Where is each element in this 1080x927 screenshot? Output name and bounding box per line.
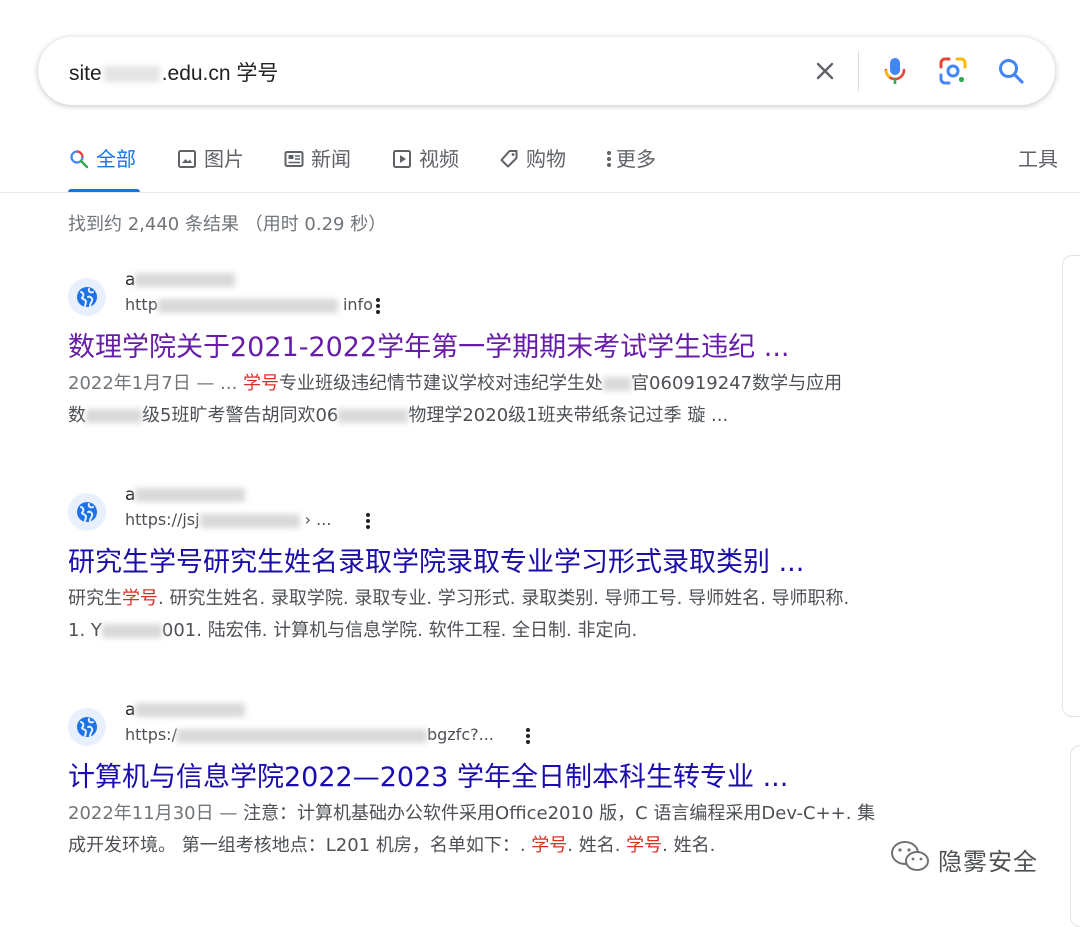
- snippet-text: 物理学2020级1班夹带纸条记过季 璇 ...: [408, 405, 729, 426]
- microphone-icon[interactable]: [878, 54, 912, 88]
- url-head: http: [125, 295, 158, 314]
- site-name-text: a: [125, 485, 136, 505]
- snippet-text: . 姓名.: [567, 835, 627, 856]
- site-name: a: [125, 700, 246, 720]
- redacted-text: [103, 66, 160, 83]
- site-name: a: [125, 270, 236, 290]
- snippet-text: 成开发环境。 第一组考核地点：L201 机房，名单如下：.: [68, 835, 532, 856]
- result-source[interactable]: a https://jsj › ...: [68, 485, 968, 539]
- tag-icon: [498, 148, 520, 170]
- highlight-term: 学号: [243, 373, 280, 394]
- redacted-text: [86, 409, 142, 423]
- redacted-text: [176, 728, 427, 743]
- result-snippet: 2022年1月7日 — ... 学号专业班级违纪情节建议学校对违纪学生处 官060…: [68, 368, 968, 432]
- tab-label: 更多: [616, 147, 656, 171]
- watermark-text: 隐雾安全: [938, 847, 1038, 876]
- site-name-text: a: [125, 700, 136, 720]
- search-result: a http info 数理学院关于2021-2022学年第一学期期末考试学生违…: [68, 270, 968, 432]
- result-title-link[interactable]: 计算机与信息学院2022—2023 学年全日制本科生转专业 ...: [68, 760, 968, 796]
- snippet-text: . 研究生姓名. 录取学院. 录取专业. 学习形式. 录取类别. 导师工号. 导…: [158, 588, 850, 609]
- more-options-icon[interactable]: [518, 724, 538, 748]
- highlight-term: 学号: [626, 835, 663, 856]
- redacted-text: [135, 488, 246, 502]
- image-icon: [176, 148, 198, 170]
- snippet-text: 级5班旷考警告胡同欢06: [142, 405, 339, 426]
- redacted-text: [101, 624, 162, 638]
- snippet-text: 001. 陆宏伟. 计算机与信息学院. 软件工程. 全日制. 非定向.: [161, 620, 638, 641]
- snippet-text: 研究生: [68, 588, 122, 609]
- tab-label: 视频: [419, 147, 459, 171]
- tools-button[interactable]: 工具: [1018, 144, 1058, 174]
- more-options-icon[interactable]: [358, 509, 378, 533]
- search-icon[interactable]: [994, 54, 1028, 88]
- wechat-icon: [890, 840, 930, 878]
- tabs-divider: [0, 192, 1080, 193]
- tab-label: 图片: [204, 147, 244, 171]
- result-source[interactable]: a http info: [68, 270, 968, 324]
- site-url: https:/ bgzfc?...: [125, 725, 494, 744]
- redacted-text: [603, 377, 632, 391]
- clear-icon[interactable]: [808, 54, 842, 88]
- search-result: a https:/ bgzfc?... 计算机与信息学院2022—2023 学年全…: [68, 700, 968, 862]
- globe-icon: [68, 278, 106, 316]
- result-stats: 找到约 2,440 条结果 （用时 0.29 秒）: [68, 214, 387, 235]
- more-options-icon[interactable]: [368, 294, 388, 318]
- more-vert-icon: [604, 148, 614, 170]
- redacted-text: [135, 273, 236, 287]
- result-snippet: 研究生学号. 研究生姓名. 录取学院. 录取专业. 学习形式. 录取类别. 导师…: [68, 583, 968, 647]
- search-input[interactable]: site .edu.cn 学号: [69, 57, 278, 87]
- redacted-text: [157, 298, 338, 313]
- snippet-text: 专业班级违纪情节建议学校对违纪学生处: [279, 373, 604, 394]
- search-icon: [68, 148, 90, 170]
- site-url: https://jsj › ...: [125, 510, 331, 529]
- result-source[interactable]: a https:/ bgzfc?...: [68, 700, 968, 754]
- highlight-term: 学号: [531, 835, 568, 856]
- search-tabs: 全部 图片 新闻 视频 购物 更多 工具: [68, 144, 1058, 192]
- tab-label: 全部: [96, 147, 136, 171]
- snippet-text: 1. Y: [68, 620, 102, 641]
- url-head: https:/: [125, 725, 177, 744]
- side-panel: [1062, 255, 1080, 717]
- url-head: https://jsj: [125, 510, 200, 529]
- url-tail: bgzfc?...: [426, 725, 494, 744]
- site-name-text: a: [125, 270, 136, 290]
- tab-news[interactable]: 新闻: [283, 144, 351, 192]
- highlight-term: 学号: [122, 588, 158, 609]
- globe-icon: [68, 493, 106, 531]
- search-box[interactable]: site .edu.cn 学号: [38, 37, 1055, 105]
- redacted-text: [199, 513, 300, 528]
- result-date: 2022年11月30日 —: [68, 803, 244, 824]
- site-url: http info: [125, 295, 373, 314]
- search-divider: [858, 51, 859, 91]
- google-lens-icon[interactable]: [936, 54, 970, 88]
- query-prefix: site: [69, 62, 102, 85]
- globe-icon: [68, 708, 106, 746]
- tab-label: 购物: [526, 147, 566, 171]
- news-icon: [283, 148, 305, 170]
- tab-videos[interactable]: 视频: [391, 144, 459, 192]
- url-tail: › ...: [304, 510, 332, 529]
- tab-label: 新闻: [311, 147, 351, 171]
- snippet-text: 注意：计算机基础办公软件采用Office2010 版，C 语言编程采用Dev-C…: [243, 803, 876, 824]
- tab-images[interactable]: 图片: [176, 144, 244, 192]
- tab-more[interactable]: 更多: [604, 144, 656, 192]
- snippet-text: 数: [68, 405, 86, 426]
- search-result: a https://jsj › ... 研究生学号研究生姓名录取学院录取专业学习…: [68, 485, 968, 647]
- snippet-text: . 姓名.: [662, 835, 716, 856]
- tab-all[interactable]: 全部: [68, 144, 140, 192]
- redacted-text: [135, 703, 246, 717]
- tab-shopping[interactable]: 购物: [498, 144, 566, 192]
- side-panel: [1070, 745, 1080, 927]
- redacted-text: [338, 409, 409, 423]
- result-title-link[interactable]: 研究生学号研究生姓名录取学院录取专业学习形式录取类别 ...: [68, 545, 968, 581]
- snippet-text: 官060919247数学与应用: [631, 373, 843, 394]
- result-snippet: 2022年11月30日 — 注意：计算机基础办公软件采用Office2010 版…: [68, 798, 968, 862]
- query-suffix: .edu.cn 学号: [161, 62, 279, 85]
- result-date: 2022年1月7日 — ...: [68, 373, 244, 394]
- watermark: 隐雾安全: [890, 840, 1038, 878]
- site-name: a: [125, 485, 246, 505]
- result-title-link[interactable]: 数理学院关于2021-2022学年第一学期期末考试学生违纪 ...: [68, 330, 968, 366]
- video-icon: [391, 148, 413, 170]
